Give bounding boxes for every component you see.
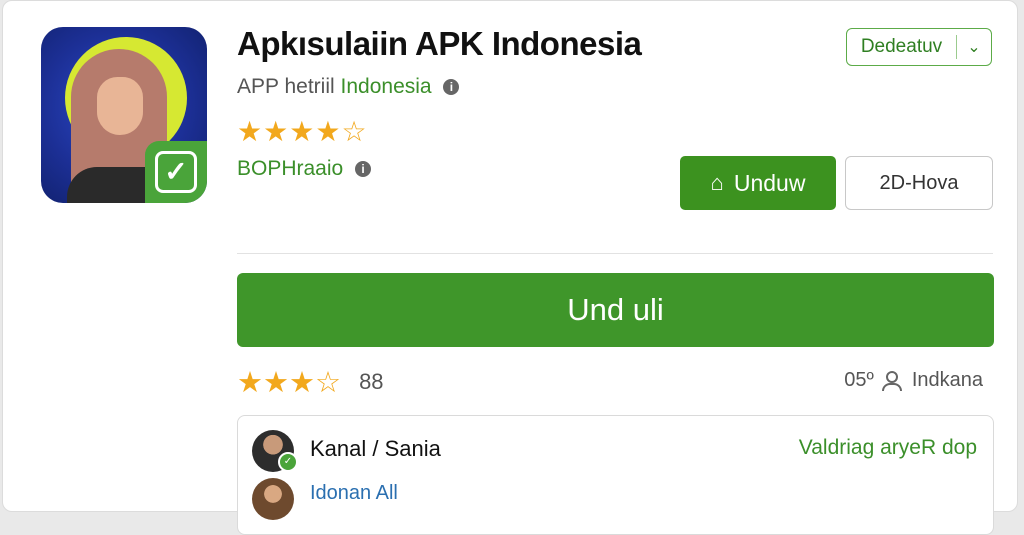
secondary-button[interactable]: 2D-Hova xyxy=(845,156,993,210)
star-full-icon: ★ xyxy=(289,367,315,399)
user-icon xyxy=(881,370,904,392)
download-button[interactable]: ⌂ Unduw xyxy=(680,156,836,210)
star-full-icon: ★ xyxy=(263,116,290,147)
chevron-down-icon: ⌄ xyxy=(967,39,981,56)
developer-row: BOPHraaio i xyxy=(237,157,372,181)
review-author[interactable]: Idonan All xyxy=(310,482,398,505)
secondary-button-label: 2D-Hova xyxy=(879,171,959,194)
verified-badge-icon: ✓ xyxy=(278,452,298,472)
subtitle-prefix: APP hetriil xyxy=(237,75,335,98)
star-empty-icon: ☆ xyxy=(315,367,341,399)
avatar[interactable] xyxy=(252,478,294,520)
app-icon[interactable]: ✓ xyxy=(41,27,207,203)
star-full-icon: ★ xyxy=(237,116,264,147)
info-icon[interactable]: i xyxy=(443,79,460,96)
developer-name[interactable]: BOPHraaio xyxy=(237,157,343,180)
star-full-icon: ★ xyxy=(237,367,263,399)
icon-face xyxy=(97,77,143,135)
language-dropdown[interactable]: Dedeatuv ⌄ xyxy=(846,28,992,66)
downloads-label: Indkana xyxy=(911,369,983,391)
app-listing-card: ✓ Apkısulaiin APK Indonesia APP hetriil … xyxy=(2,0,1018,535)
dropdown-label: Dedeatuv xyxy=(860,36,943,57)
star-empty-icon: ☆ xyxy=(341,116,368,147)
star-full-icon: ★ xyxy=(263,367,289,399)
review-card: ✓ Kanal / Sania Valdriag aryeR dop Idona… xyxy=(237,415,994,535)
big-button-label: Und uli xyxy=(567,292,664,327)
rating-count: 88 xyxy=(359,369,384,394)
big-download-button[interactable]: Und uli xyxy=(237,273,994,347)
star-full-icon: ★ xyxy=(289,116,316,147)
downloads-meta: 05º Indkana xyxy=(844,369,983,392)
ratings-row: ★★★☆ 88 xyxy=(237,365,384,400)
review-status[interactable]: Valdriag aryeR dop xyxy=(799,436,977,460)
app-title: Apkısulaiin APK Indonesia xyxy=(237,25,642,62)
review-author[interactable]: Kanal / Sania xyxy=(310,436,441,462)
app-rating-stars: ★★★★☆ xyxy=(237,115,368,148)
home-icon: ⌂ xyxy=(710,170,724,195)
divider xyxy=(237,253,993,254)
subtitle-highlight[interactable]: Indonesia xyxy=(341,75,432,98)
app-subtitle: APP hetriil Indonesia i xyxy=(237,75,460,99)
info-icon[interactable]: i xyxy=(355,161,372,178)
verified-check-icon: ✓ xyxy=(145,141,207,203)
download-button-label: Unduw xyxy=(733,169,806,196)
downloads-number: 05º xyxy=(844,369,874,391)
star-full-icon: ★ xyxy=(315,116,342,147)
avatar[interactable]: ✓ xyxy=(252,430,298,472)
